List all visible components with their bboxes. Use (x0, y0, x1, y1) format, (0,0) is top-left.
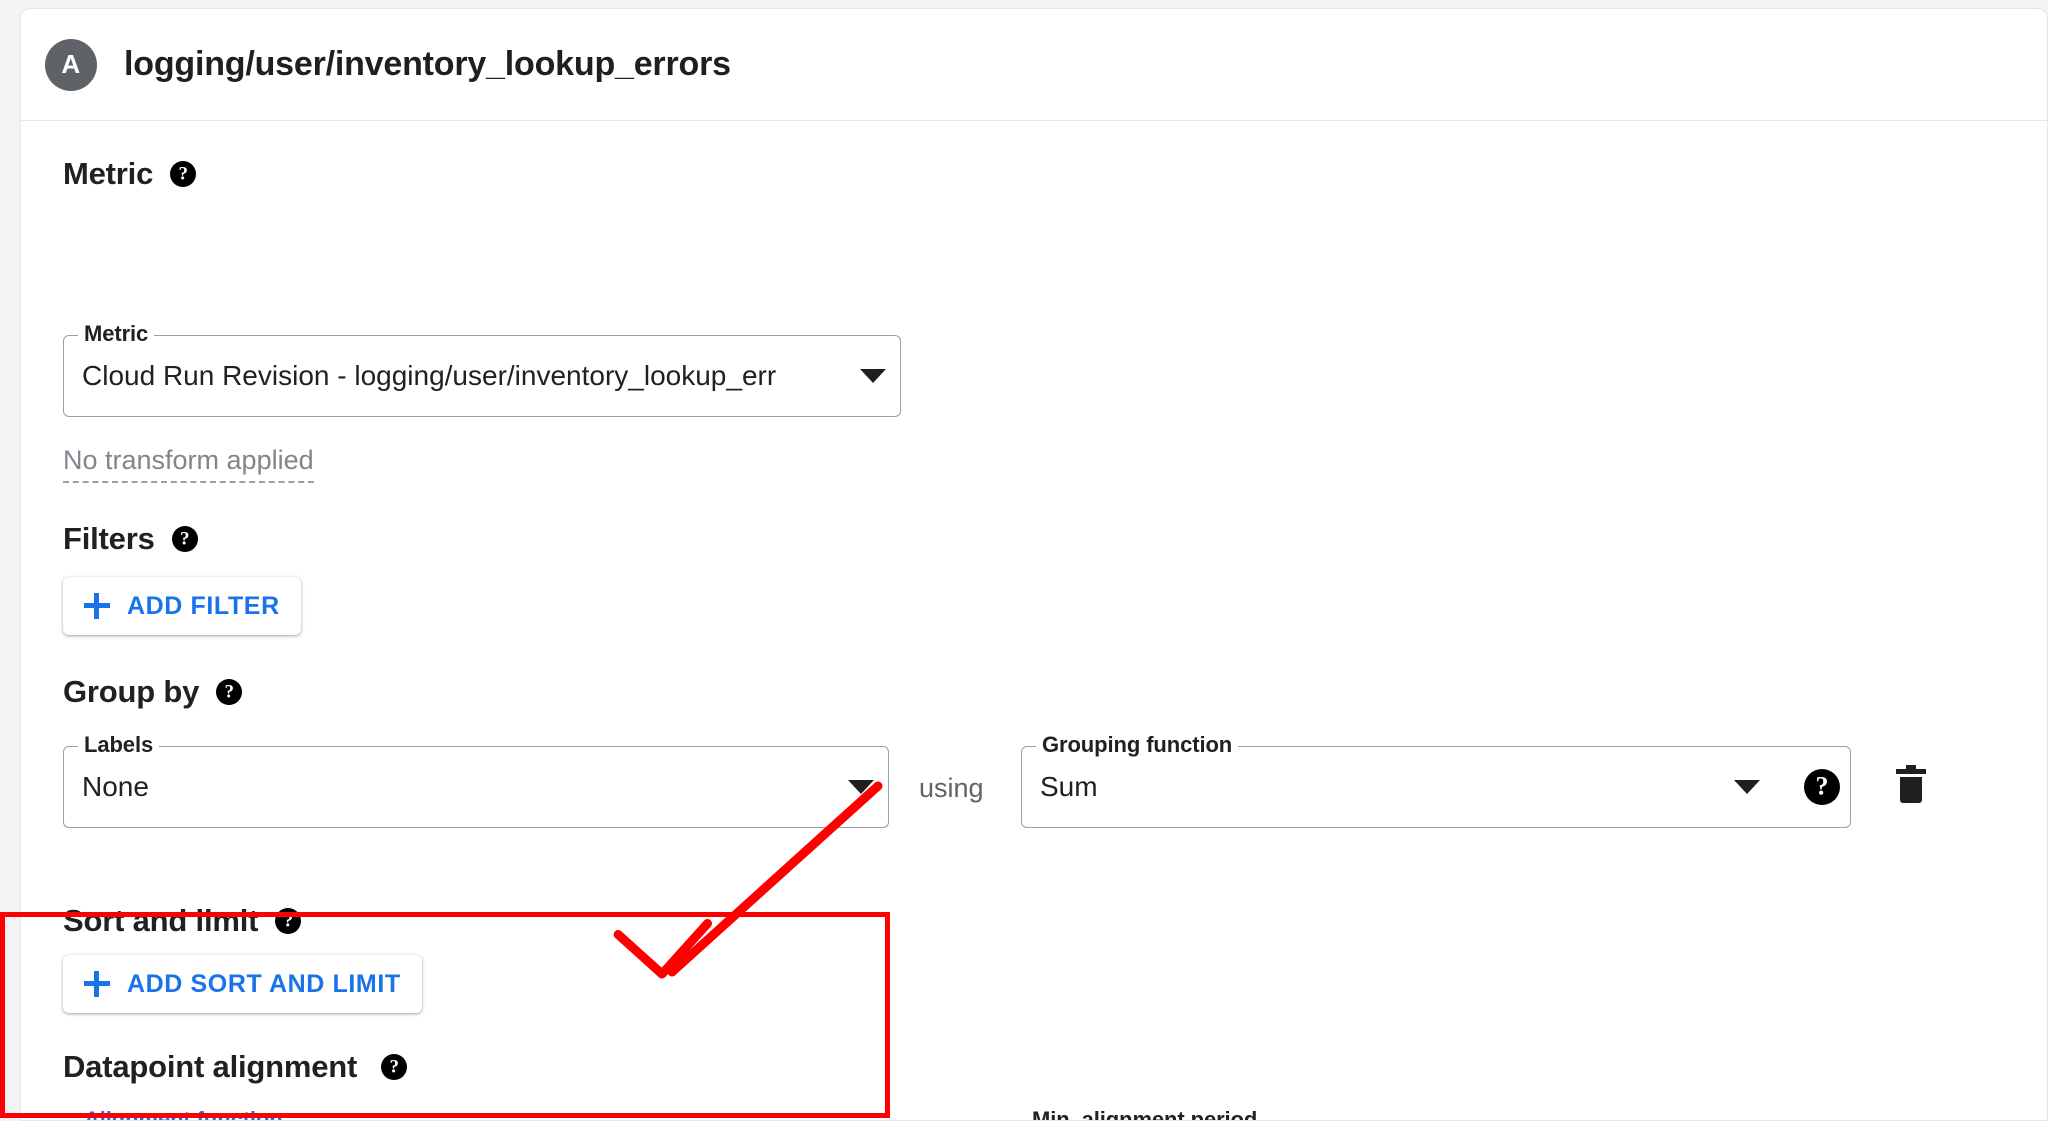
help-icon[interactable]: ? (381, 1054, 408, 1080)
chevron-down-icon[interactable] (860, 369, 886, 383)
help-icon[interactable]: ? (171, 526, 198, 552)
group-by-heading-label: Group by (63, 674, 200, 709)
sort-and-limit-heading-label: Sort and limit (63, 903, 259, 938)
group-by-labels-select[interactable]: Labels None (63, 734, 889, 828)
alignment-function-label: Alignment function (78, 1109, 289, 1120)
chevron-down-icon[interactable] (1734, 780, 1760, 794)
add-sort-and-limit-button-label: ADD SORT AND LIMIT (127, 969, 401, 998)
group-by-labels-label: Labels (78, 734, 160, 756)
plus-icon (84, 593, 110, 619)
chevron-down-icon[interactable] (848, 780, 874, 794)
metric-heading-label: Metric (63, 156, 154, 191)
help-icon[interactable]: ? (216, 679, 243, 705)
page-root: A logging/user/inventory_lookup_errors M… (0, 0, 2048, 1121)
help-icon[interactable]: ? (275, 908, 302, 934)
metric-select-label: Metric (78, 323, 155, 345)
group-by-connector: using (919, 773, 984, 803)
metric-select[interactable]: Metric Cloud Run Revision - logging/user… (63, 323, 901, 417)
add-sort-and-limit-button[interactable]: ADD SORT AND LIMIT (63, 955, 422, 1013)
no-transform-applied-link[interactable]: No transform applied (63, 445, 314, 483)
add-filter-button-label: ADD FILTER (127, 591, 280, 620)
metric-section-heading: Metric ? (63, 156, 197, 192)
metric-select-value: Cloud Run Revision - logging/user/invent… (82, 360, 777, 391)
filters-section-heading: Filters ? (63, 521, 198, 557)
help-icon[interactable]: ? (1804, 769, 1840, 805)
grouping-function-value: Sum (1040, 771, 1098, 802)
plus-icon (84, 971, 110, 997)
filters-heading-label: Filters (63, 521, 155, 556)
grouping-function-select[interactable]: Grouping function Sum ? (1021, 734, 1851, 828)
min-alignment-period-label: Min. alignment period (1026, 1109, 1264, 1120)
add-filter-button[interactable]: ADD FILTER (63, 577, 301, 635)
metric-config-card: A logging/user/inventory_lookup_errors M… (20, 8, 2048, 1121)
card-header: A logging/user/inventory_lookup_errors (21, 9, 2047, 121)
datapoint-alignment-section-heading: Datapoint alignment ? (63, 1049, 408, 1085)
page-title: logging/user/inventory_lookup_errors (124, 45, 731, 83)
transform-note-wrapper: No transform applied (63, 445, 314, 483)
group-by-section-heading: Group by ? (63, 674, 243, 710)
datapoint-alignment-heading-label: Datapoint alignment (63, 1049, 358, 1084)
group-by-labels-value: None (82, 771, 149, 802)
sort-and-limit-section-heading: Sort and limit ? (63, 903, 302, 939)
grouping-function-label: Grouping function (1036, 734, 1239, 756)
help-icon[interactable]: ? (170, 161, 197, 187)
avatar: A (45, 38, 97, 91)
